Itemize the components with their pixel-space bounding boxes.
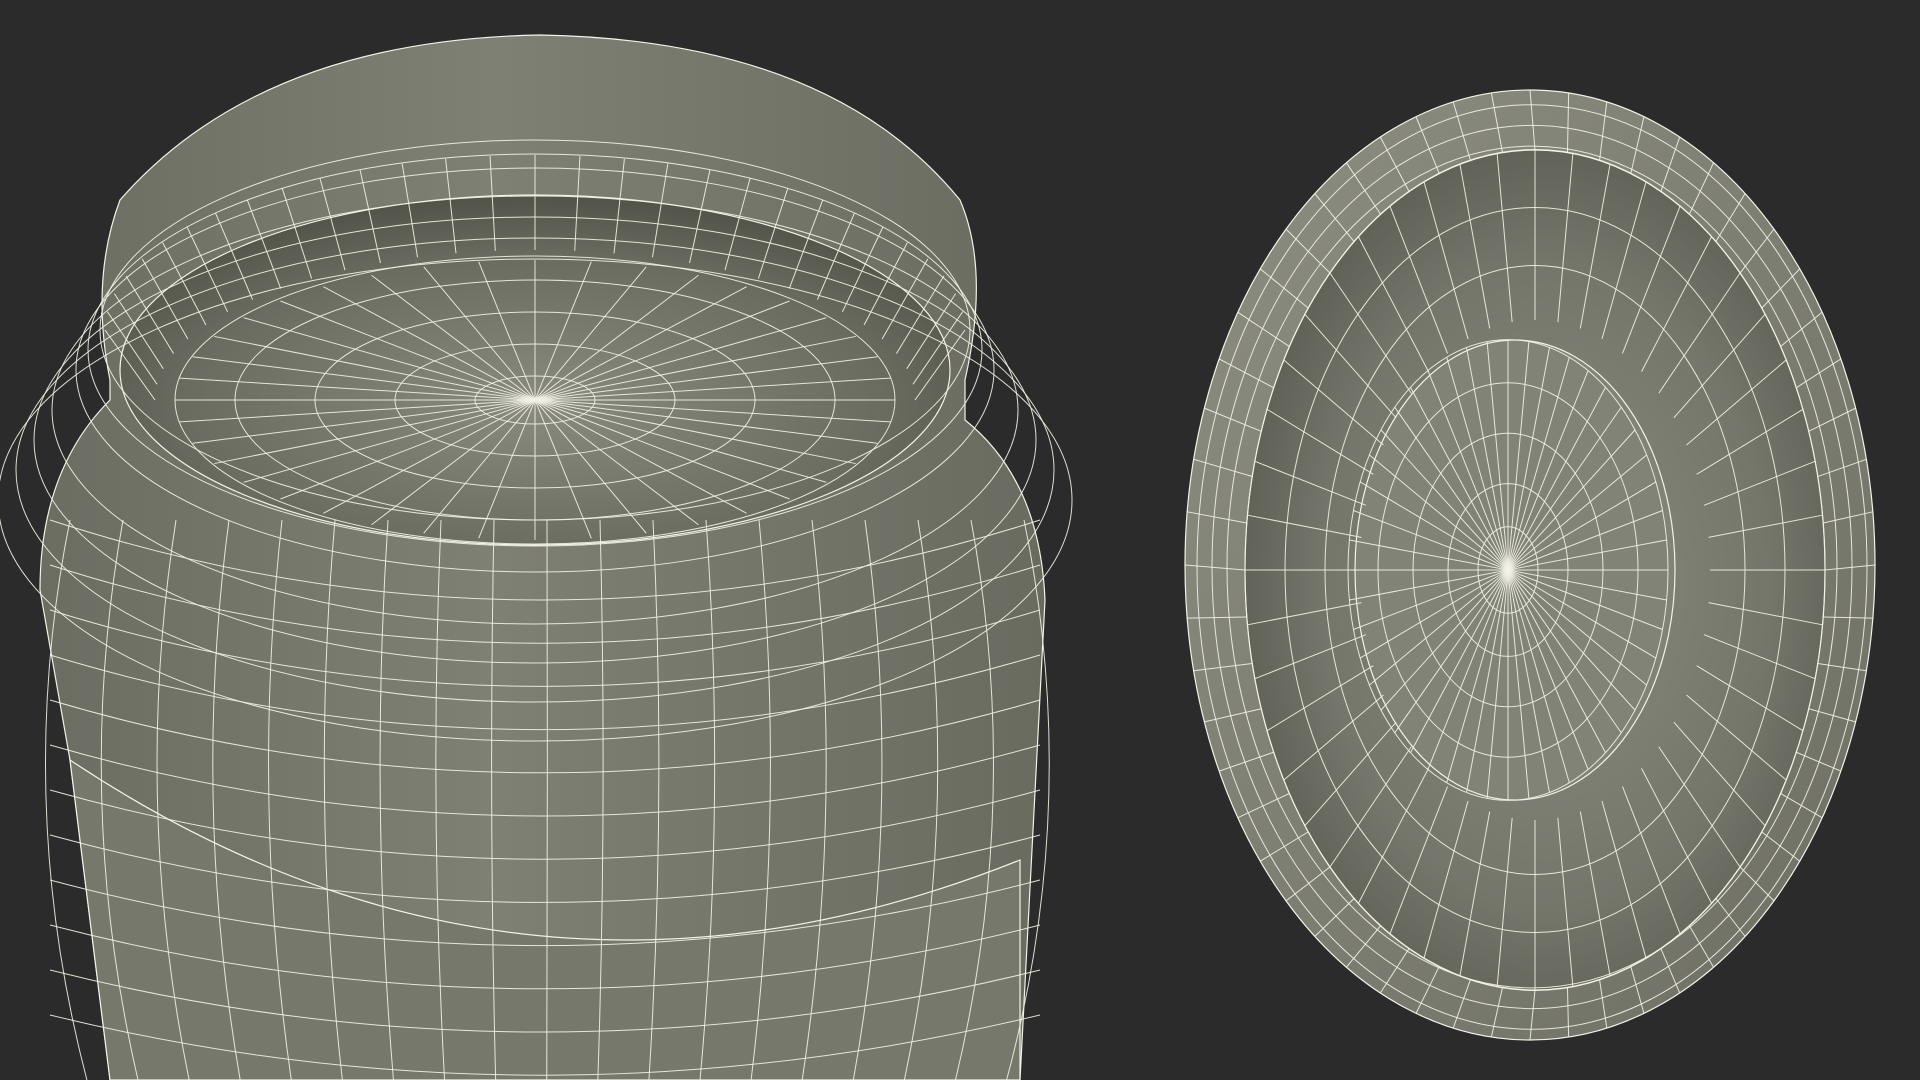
wireframe-scene xyxy=(0,34,1876,1080)
jar-body xyxy=(0,34,1073,1080)
render-viewport xyxy=(0,0,1920,1080)
jar-body-column xyxy=(546,519,548,1080)
jar-lid xyxy=(1184,89,1876,1041)
